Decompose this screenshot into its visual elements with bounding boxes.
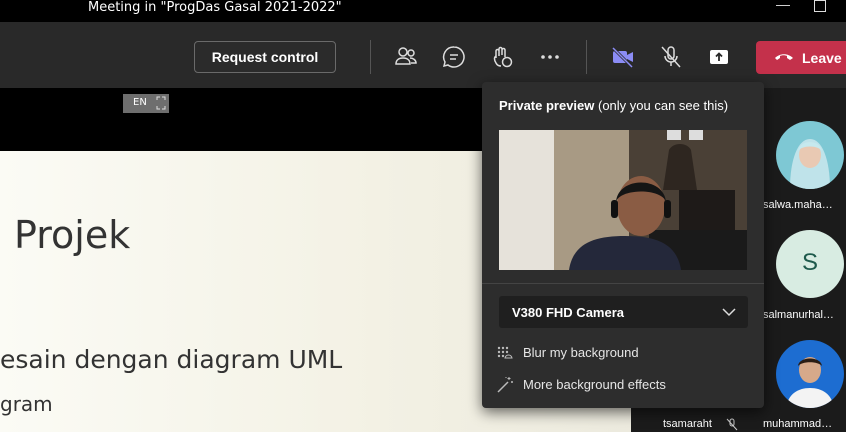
raise-hand-icon[interactable] — [489, 44, 515, 70]
popup-divider — [482, 283, 764, 284]
popup-title-bold: Private preview — [499, 98, 595, 113]
participant-avatar[interactable] — [776, 340, 844, 408]
slide-line-1: esain dengan diagram UML — [0, 345, 343, 374]
camera-select-value: V380 FHD Camera — [512, 305, 624, 320]
more-background-effects-label: More background effects — [523, 377, 666, 392]
participant-avatar[interactable] — [776, 121, 844, 189]
chevron-down-icon — [722, 308, 736, 317]
phone-hangup-icon — [775, 54, 793, 60]
request-control-button[interactable]: Request control — [194, 41, 336, 73]
camera-preview — [499, 130, 747, 270]
more-icon[interactable] — [537, 44, 563, 70]
title-bar: Meeting in "ProgDas Gasal 2021-2022" — — [0, 0, 846, 22]
participant-name: tsamaraht — [663, 418, 712, 430]
minimize-button[interactable]: — — [776, 0, 790, 12]
toolbar-divider — [370, 40, 371, 74]
camera-off-icon[interactable] — [610, 44, 636, 70]
maximize-button[interactable] — [814, 0, 826, 17]
magic-wand-icon — [497, 377, 513, 393]
language-badge: EN — [123, 94, 169, 113]
slide-title: Projek — [14, 213, 131, 257]
toolbar-divider — [586, 40, 587, 74]
leave-button[interactable]: Leave — [756, 41, 846, 74]
participant-avatar[interactable]: S — [776, 230, 844, 298]
popup-title: Private preview (only you can see this) — [499, 98, 728, 113]
mic-off-icon[interactable] — [658, 44, 684, 70]
mic-off-icon — [726, 418, 738, 431]
participant-name: muhammad… — [763, 418, 833, 430]
more-background-effects-option[interactable]: More background effects — [496, 376, 716, 394]
people-icon[interactable] — [393, 44, 419, 70]
chat-icon[interactable] — [441, 44, 467, 70]
window-title: Meeting in "ProgDas Gasal 2021-2022" — [88, 0, 342, 15]
video-preview-popup: Private preview (only you can see this) … — [482, 82, 764, 408]
language-badge-label: EN — [133, 97, 147, 108]
meeting-toolbar: Request control Leave — [0, 22, 846, 88]
camera-select[interactable]: V380 FHD Camera — [499, 296, 748, 328]
leave-label: Leave — [802, 50, 842, 66]
participant-name: salwa.maha… — [763, 199, 833, 211]
blur-background-label: Blur my background — [523, 345, 639, 360]
participant-initial: S — [801, 249, 818, 276]
blur-icon — [497, 346, 513, 359]
share-tray-icon[interactable] — [706, 44, 732, 70]
popup-title-note: (only you can see this) — [594, 98, 729, 113]
blur-background-option[interactable]: Blur my background — [496, 344, 696, 362]
expand-icon — [156, 96, 166, 110]
participant-name: salmanurhal… — [763, 309, 834, 321]
slide-line-2: gram — [0, 392, 53, 416]
